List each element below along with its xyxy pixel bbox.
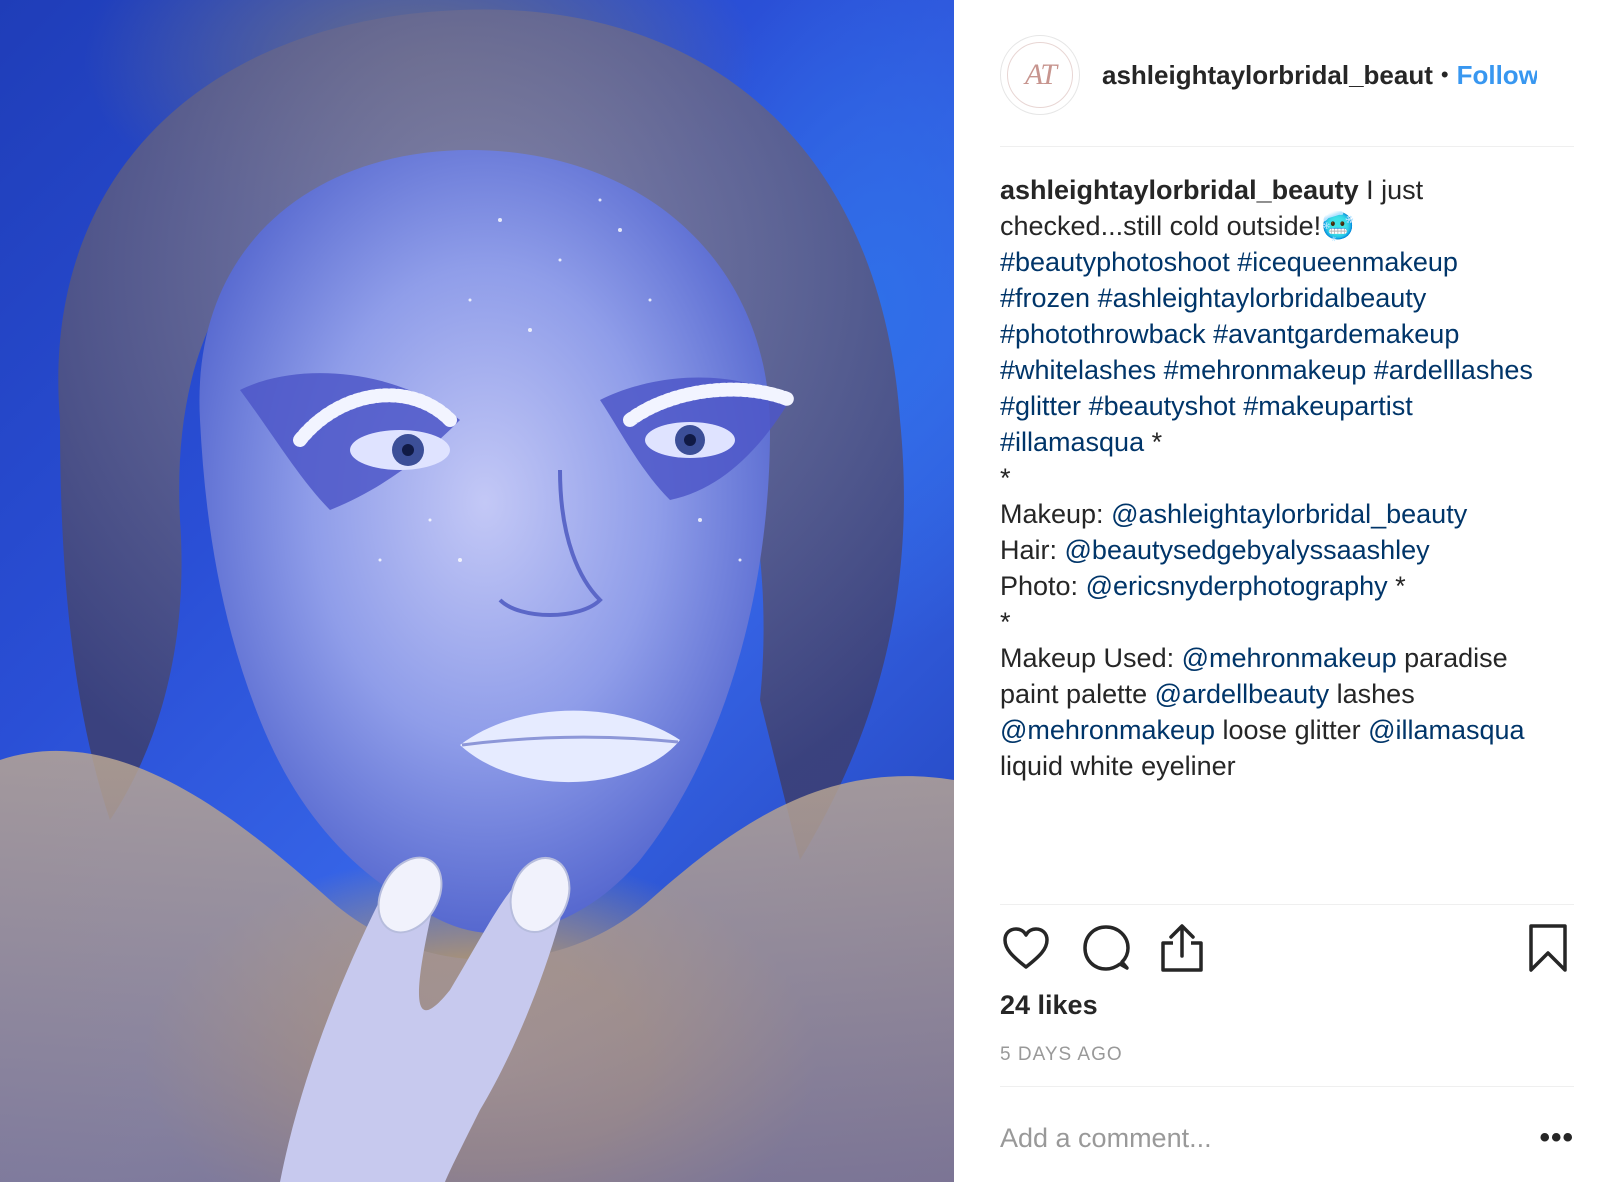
hashtag-link[interactable]: #frozen (1000, 283, 1090, 313)
comment-input[interactable] (1000, 1122, 1534, 1154)
caption-line: #frozen #ashleightaylorbridalbeauty (1000, 280, 1580, 316)
header-divider (1000, 146, 1574, 147)
instagram-post: AT ashleightaylorbridal_beaut • Follow a… (0, 0, 1618, 1182)
hashtag-link[interactable]: #illamasqua (1000, 427, 1144, 457)
mention-link[interactable]: @ericsnyderphotography (1086, 571, 1388, 601)
like-button[interactable] (1000, 922, 1052, 974)
caption-text: Makeup: (1000, 499, 1112, 529)
hashtag-link[interactable]: #photothrowback (1000, 319, 1206, 349)
header-username[interactable]: ashleightaylorbridal_beaut (1102, 60, 1433, 91)
post-side-panel: AT ashleightaylorbridal_beaut • Follow a… (954, 0, 1618, 1182)
caption-line: #illamasqua * (1000, 424, 1580, 460)
caption-text: * (1387, 571, 1406, 601)
caption-text: * (1144, 427, 1163, 457)
caption-line: Photo: @ericsnyderphotography * (1000, 568, 1580, 604)
more-options-icon[interactable]: ••• (1534, 1118, 1574, 1158)
post-caption: ashleightaylorbridal_beauty I just check… (1000, 172, 1580, 784)
heart-icon (1003, 927, 1049, 969)
caption-line: Makeup: @ashleightaylorbridal_beauty (1000, 496, 1580, 532)
hashtag-link[interactable]: #whitelashes (1000, 355, 1156, 385)
caption-line: #photothrowback #avantgardemakeup (1000, 316, 1580, 352)
post-timestamp[interactable]: 5 DAYS AGO (1000, 1044, 1123, 1066)
hashtag-link[interactable]: #mehronmakeup (1164, 355, 1367, 385)
caption-line: * (1000, 607, 1011, 637)
comment-button[interactable] (1080, 922, 1132, 974)
caption-line: Makeup Used: @mehronmakeup paradise (1000, 640, 1580, 676)
caption-text: loose glitter (1215, 715, 1369, 745)
likes-count[interactable]: 24 likes (1000, 990, 1098, 1021)
post-header: AT ashleightaylorbridal_beaut • Follow (1000, 28, 1574, 122)
caption-space (1366, 355, 1374, 385)
header-separator: • (1440, 62, 1449, 87)
mention-link[interactable]: @mehronmakeup (1000, 715, 1215, 745)
hashtag-link[interactable]: #makeupartist (1243, 391, 1413, 421)
caption-space (1081, 391, 1089, 421)
hashtag-link[interactable]: #icequeenmakeup (1237, 247, 1458, 277)
hashtag-link[interactable]: #avantgardemakeup (1213, 319, 1459, 349)
caption-space (1156, 355, 1164, 385)
mention-link[interactable]: @ardellbeauty (1155, 679, 1330, 709)
caption-line: Hair: @beautysedgebyalyssaashley (1000, 532, 1580, 568)
caption-line: @mehronmakeup loose glitter @illamasqua (1000, 712, 1580, 748)
mention-link[interactable]: @beautysedgebyalyssaashley (1065, 535, 1430, 565)
caption-text: paradise (1396, 643, 1508, 673)
caption-line: checked...still cold outside!🥶 (1000, 208, 1580, 244)
caption-text: checked...still cold outside! (1000, 211, 1322, 241)
share-button[interactable] (1156, 922, 1208, 974)
face (199, 150, 771, 934)
caption-text: Makeup Used: (1000, 643, 1182, 673)
follow-button[interactable]: Follow (1457, 60, 1537, 91)
mention-link[interactable]: @ashleightaylorbridal_beauty (1111, 499, 1467, 529)
comment-bubble-icon (1083, 925, 1130, 971)
caption-line: #glitter #beautyshot #makeupartist (1000, 388, 1580, 424)
bookmark-icon (1529, 924, 1567, 972)
comment-bar: ••• (1000, 1112, 1574, 1164)
actions-divider (1000, 904, 1574, 905)
avatar[interactable]: AT (1000, 35, 1080, 115)
caption-line: #beautyphotoshoot #icequeenmakeup (1000, 244, 1580, 280)
post-photo[interactable] (0, 0, 954, 1182)
hashtag-link[interactable]: #ashleightaylorbridalbeauty (1098, 283, 1427, 313)
post-actions (1000, 922, 1574, 978)
comment-divider (1000, 1086, 1574, 1087)
mention-link[interactable]: @mehronmakeup (1182, 643, 1397, 673)
caption-space (1090, 283, 1098, 313)
caption-line: #whitelashes #mehronmakeup #ardelllashes (1000, 352, 1580, 388)
avatar-ring (1007, 42, 1073, 108)
caption-text: Photo: (1000, 571, 1086, 601)
caption-text: paint palette (1000, 679, 1155, 709)
photo-illustration (0, 9, 954, 1182)
caption-text: lashes (1329, 679, 1415, 709)
caption-author[interactable]: ashleightaylorbridal_beauty (1000, 175, 1359, 205)
cold-face-emoji: 🥶 (1321, 211, 1355, 241)
share-upload-icon (1161, 924, 1203, 972)
hashtag-link[interactable]: #ardelllashes (1374, 355, 1533, 385)
hashtag-link[interactable]: #beautyshot (1089, 391, 1236, 421)
mention-link[interactable]: @illamasqua (1368, 715, 1524, 745)
caption-line: liquid white eyeliner (1000, 751, 1236, 781)
hashtag-link[interactable]: #beautyphotoshoot (1000, 247, 1230, 277)
caption-text: Hair: (1000, 535, 1065, 565)
caption-line: paint palette @ardellbeauty lashes (1000, 676, 1580, 712)
hashtag-link[interactable]: #glitter (1000, 391, 1081, 421)
caption-text: I just (1358, 175, 1424, 205)
save-button[interactable] (1522, 922, 1574, 974)
caption-line: ashleightaylorbridal_beauty I just (1000, 172, 1580, 208)
caption-line: * (1000, 463, 1011, 493)
